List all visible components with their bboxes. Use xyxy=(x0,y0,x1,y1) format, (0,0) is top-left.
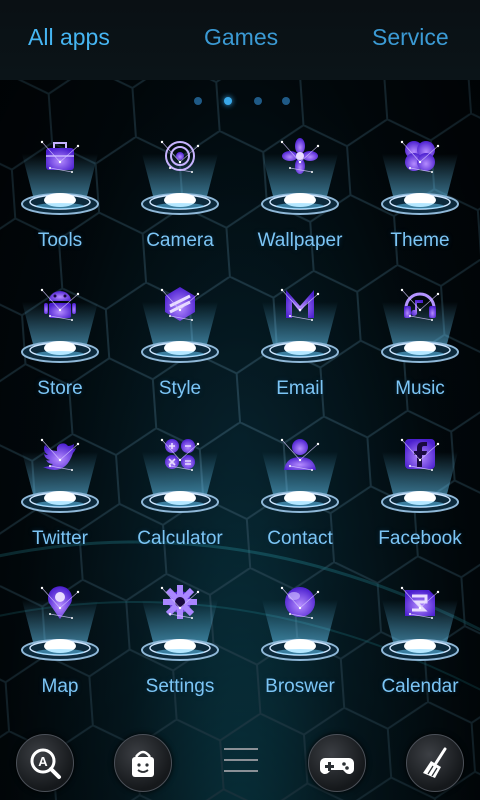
page-dot-current xyxy=(224,97,232,105)
app-label: Wallpaper xyxy=(257,230,343,251)
hamburger-menu-icon xyxy=(224,748,258,750)
app-label: Contact xyxy=(267,528,333,549)
app-label: Email xyxy=(276,378,324,399)
gear-icon xyxy=(141,585,219,661)
search-a-icon: A xyxy=(30,748,61,779)
app-label: Store xyxy=(37,378,83,399)
page-indicator xyxy=(0,97,480,107)
person-icon xyxy=(261,438,339,513)
android-icon xyxy=(21,288,99,363)
menu-button[interactable] xyxy=(224,746,258,776)
tab-games[interactable]: Games xyxy=(204,24,278,51)
toolbox-icon xyxy=(21,140,99,215)
app-settings[interactable]: Settings xyxy=(120,564,240,704)
app-label: Facebook xyxy=(378,528,462,549)
app-store[interactable]: Store xyxy=(0,266,120,406)
theme-circles-icon xyxy=(381,140,459,215)
app-broswer[interactable]: Broswer xyxy=(240,564,360,704)
app-calculator[interactable]: Calculator xyxy=(120,416,240,556)
app-email[interactable]: Email xyxy=(240,266,360,406)
gamepad-icon xyxy=(320,758,354,774)
app-label: Style xyxy=(158,378,202,399)
app-label: Map xyxy=(41,676,79,697)
letter-m-icon xyxy=(261,288,339,363)
app-label: Tools xyxy=(37,230,83,251)
search-button[interactable]: A xyxy=(16,734,74,792)
app-map[interactable]: Map xyxy=(0,564,120,704)
app-label: Settings xyxy=(145,676,215,697)
category-tabs: All apps Games Service xyxy=(0,0,480,80)
app-wallpaper[interactable]: Wallpaper xyxy=(240,118,360,258)
app-camera[interactable]: Camera xyxy=(120,118,240,258)
android-bag-icon xyxy=(132,750,154,777)
app-contact[interactable]: Contact xyxy=(240,416,360,556)
store-button[interactable] xyxy=(114,734,172,792)
app-label: Music xyxy=(395,378,445,399)
svg-text:A: A xyxy=(38,754,48,769)
games-button[interactable] xyxy=(308,734,366,792)
bottom-dock: A xyxy=(0,728,480,800)
globe-icon xyxy=(261,586,339,661)
app-label: Twitter xyxy=(32,528,88,549)
app-label: Calculator xyxy=(137,528,223,549)
app-music[interactable]: Music xyxy=(360,266,480,406)
app-tools[interactable]: Tools xyxy=(0,118,120,258)
app-style[interactable]: Style xyxy=(120,266,240,406)
headphones-icon xyxy=(381,288,459,363)
page-dot xyxy=(282,97,290,105)
flower-icon xyxy=(261,138,339,215)
app-label: Broswer xyxy=(265,676,335,697)
app-label: Camera xyxy=(146,230,214,251)
app-label: Theme xyxy=(390,230,450,251)
page-dot xyxy=(254,97,262,105)
broom-icon xyxy=(423,747,447,778)
camera-lens-icon xyxy=(141,140,219,215)
app-twitter[interactable]: Twitter xyxy=(0,416,120,556)
page-dot xyxy=(194,97,202,105)
app-label: Calendar xyxy=(381,676,459,697)
clean-button[interactable] xyxy=(406,734,464,792)
map-pin-icon xyxy=(21,586,99,661)
tab-all-apps[interactable]: All apps xyxy=(28,24,110,51)
app-facebook[interactable]: Facebook xyxy=(360,416,480,556)
app-calendar[interactable]: Calendar xyxy=(360,564,480,704)
tab-service[interactable]: Service xyxy=(372,24,449,51)
calculator-icon xyxy=(141,438,219,513)
app-theme[interactable]: Theme xyxy=(360,118,480,258)
facebook-f-icon xyxy=(381,438,459,513)
style-hexagon-icon xyxy=(141,287,219,363)
bird-icon xyxy=(21,438,99,513)
calendar-icon xyxy=(381,586,459,661)
